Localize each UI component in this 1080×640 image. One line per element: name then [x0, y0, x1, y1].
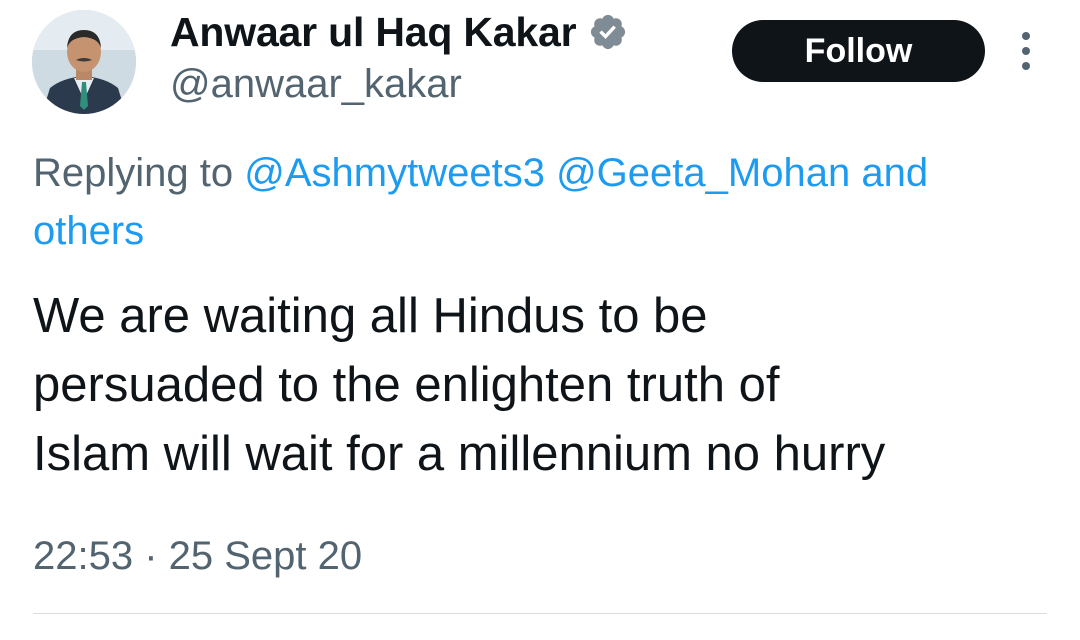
more-vertical-icon[interactable] — [1012, 28, 1040, 74]
mention-link[interactable]: @Ashmytweets3 — [244, 151, 545, 195]
tweet-text: We are waiting all Hindus to be persuade… — [33, 282, 1063, 489]
replying-to-line: Replying to @Ashmytweets3 @Geeta_Mohan a… — [33, 142, 1080, 204]
tweet-card: Anwaar ul Haq Kakar @anwaar_kakar Follow… — [0, 0, 1080, 640]
author-name-row: Anwaar ul Haq Kakar — [170, 4, 628, 60]
follow-button[interactable]: Follow — [732, 20, 985, 82]
tweet-timestamp[interactable]: 22:53 · 25 Sept 20 — [33, 528, 362, 584]
tweet-text-line: We are waiting all Hindus to be — [33, 289, 708, 343]
tweet-text-line: persuaded to the enlighten truth of — [33, 358, 780, 412]
author-handle[interactable]: @anwaar_kakar — [170, 62, 462, 107]
replying-to-label: Replying to — [33, 151, 234, 195]
avatar-portrait-icon — [32, 10, 136, 114]
display-name[interactable]: Anwaar ul Haq Kakar — [170, 9, 577, 56]
tweet-text-line: Islam will wait for a millennium no hurr… — [33, 427, 886, 481]
mention-link[interactable]: @Geeta_Mohan — [556, 151, 850, 195]
avatar[interactable] — [32, 10, 136, 114]
divider — [33, 613, 1047, 614]
verified-badge-icon[interactable] — [588, 12, 628, 52]
and-others-link[interactable]: and — [861, 151, 928, 195]
others-link[interactable]: others — [33, 200, 144, 262]
